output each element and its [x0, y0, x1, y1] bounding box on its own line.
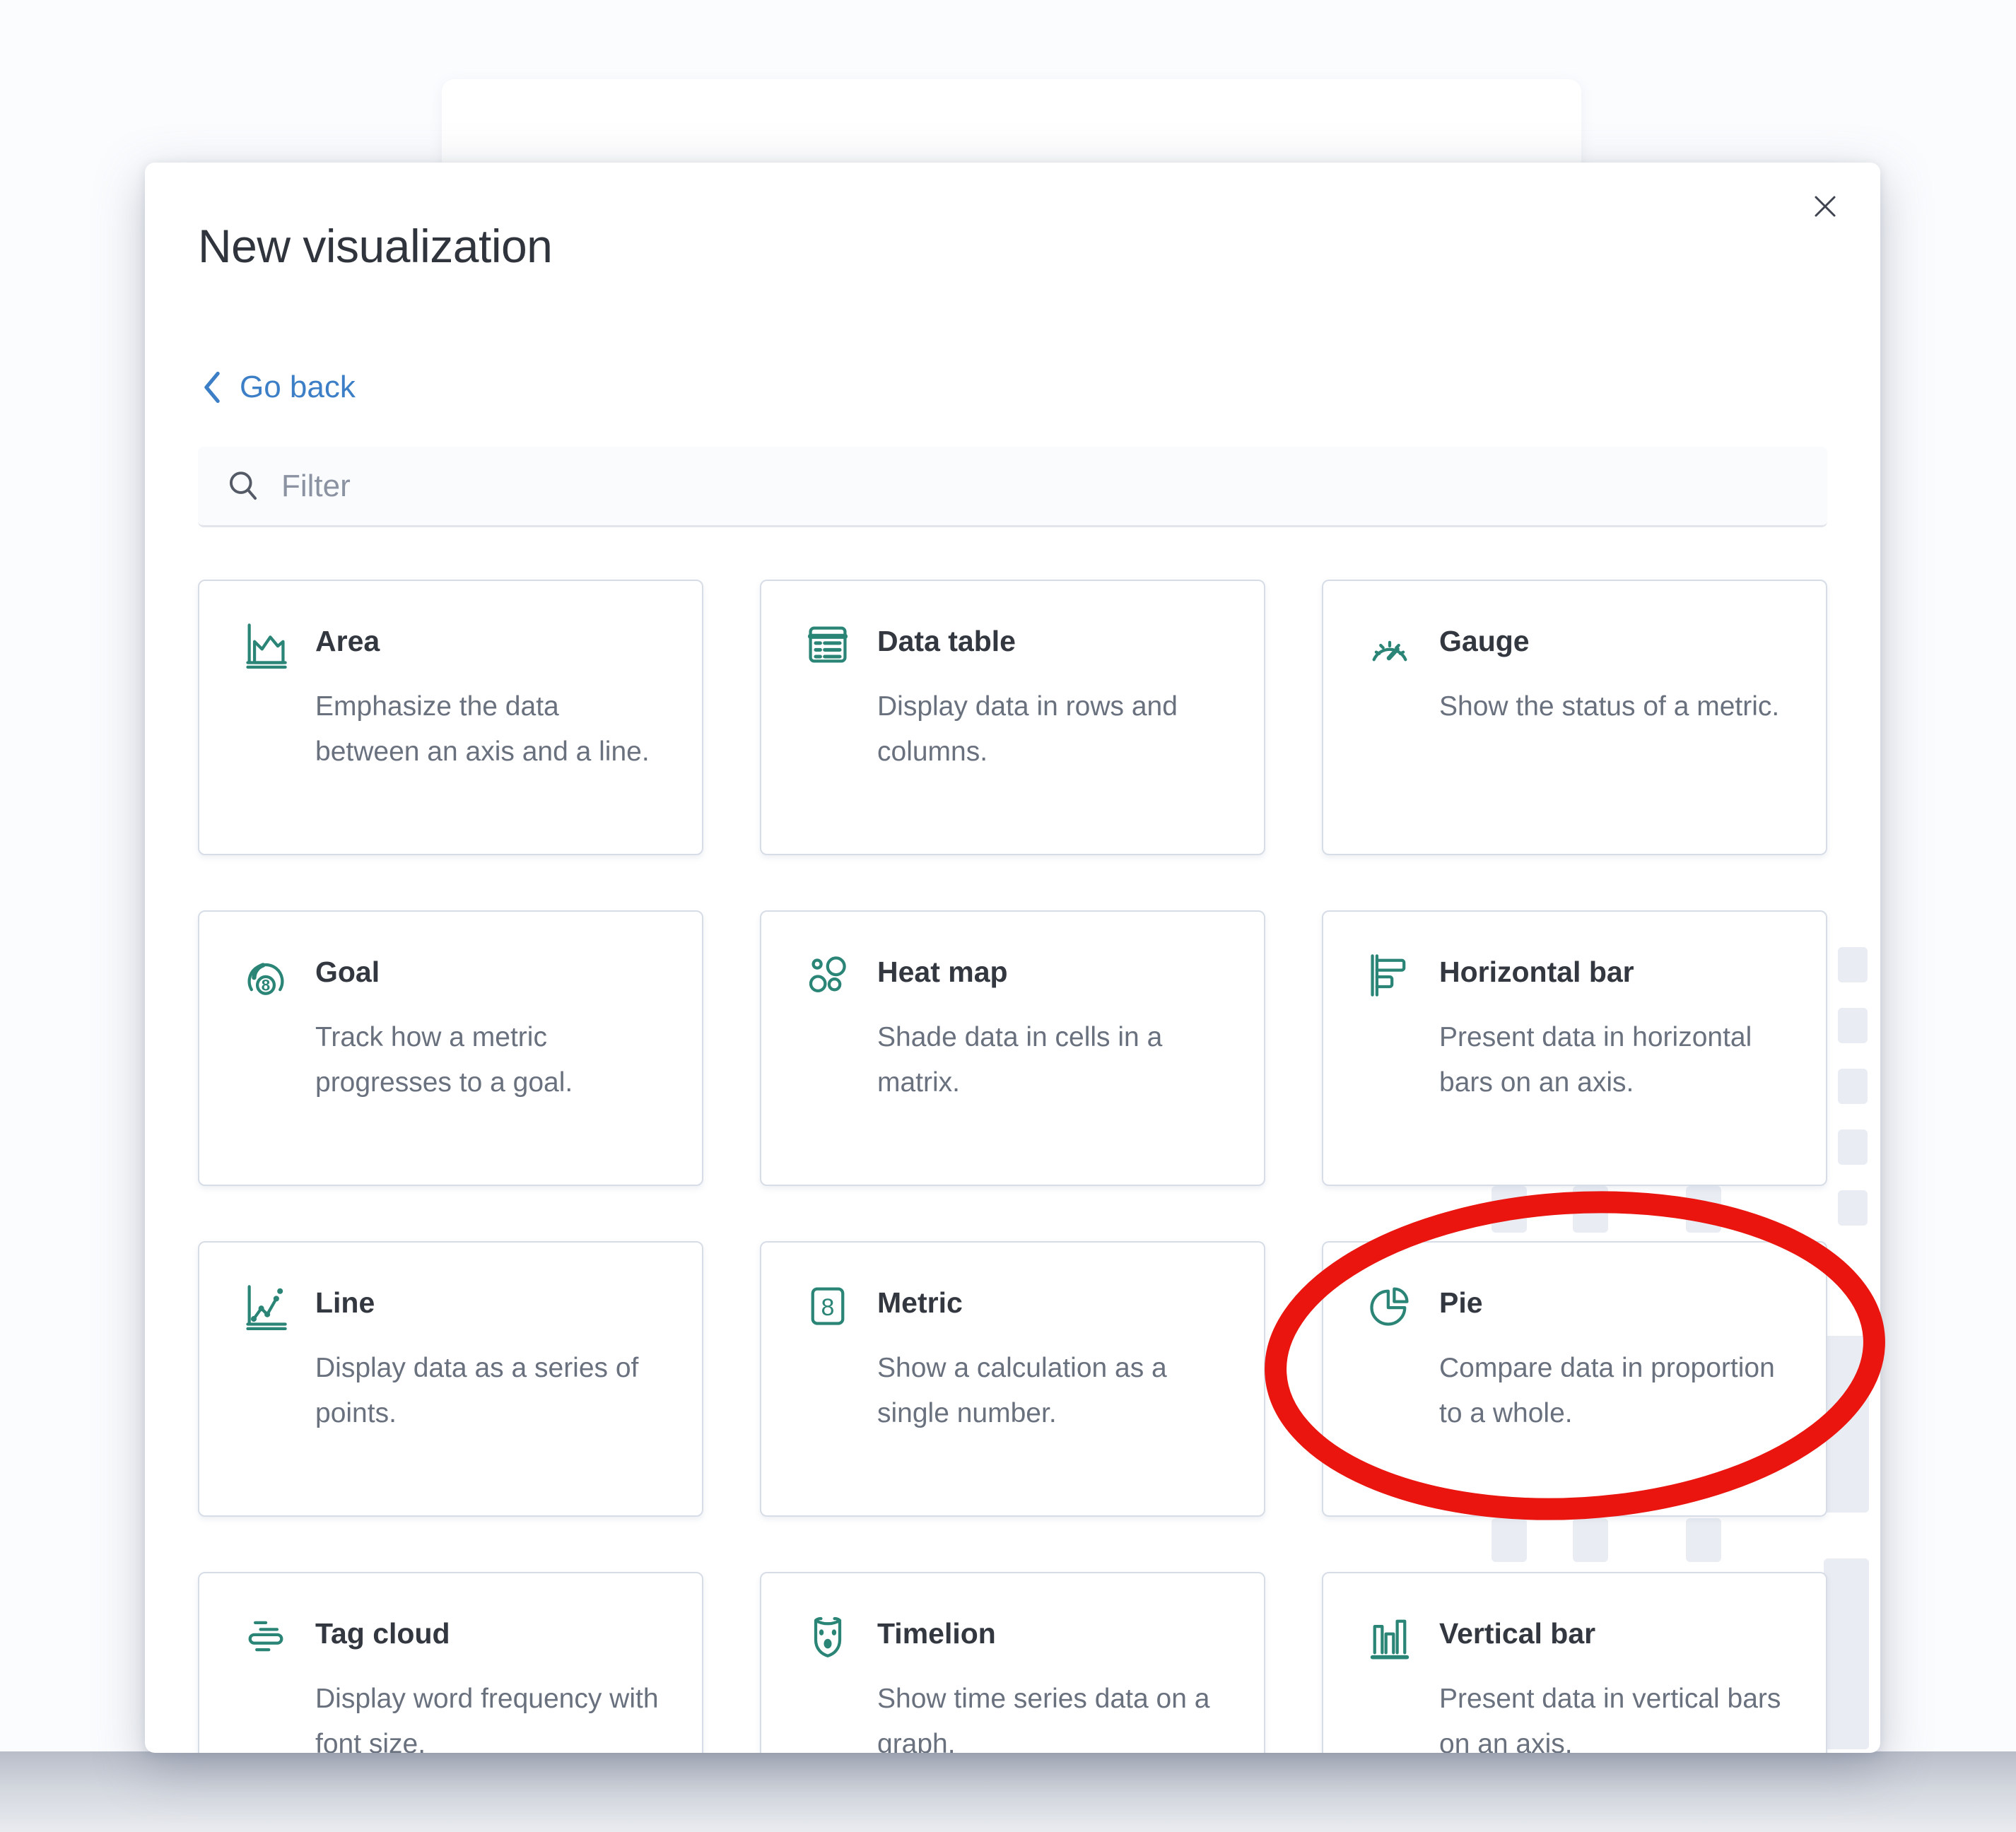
new-visualization-modal: New visualization Go back Area Emphasize…	[145, 163, 1880, 1753]
viz-card-description: Present data in vertical bars on an axis…	[1439, 1677, 1786, 1753]
heat-map-icon	[804, 951, 852, 999]
viz-card-description: Track how a metric progresses to a goal.	[315, 1015, 662, 1105]
viz-card-description: Shade data in cells in a matrix.	[877, 1015, 1224, 1105]
viz-card-title: Timelion	[877, 1617, 996, 1650]
deco-block	[1838, 1008, 1868, 1043]
viz-card-gauge[interactable]: Gauge Show the status of a metric.	[1322, 580, 1827, 855]
viz-card-title: Data table	[877, 625, 1016, 658]
search-icon	[225, 468, 262, 505]
data-table-icon	[804, 621, 852, 669]
viz-card-title: Tag cloud	[315, 1617, 450, 1650]
chevron-left-icon	[200, 369, 224, 406]
go-back-link[interactable]: Go back	[200, 369, 356, 406]
viz-card-description: Present data in horizontal bars on an ax…	[1439, 1015, 1786, 1105]
viz-card-title: Area	[315, 625, 380, 658]
viz-card-description: Show a calculation as a single number.	[877, 1346, 1224, 1436]
svg-text:8: 8	[821, 1294, 835, 1321]
viz-card-pie[interactable]: Pie Compare data in proportion to a whol…	[1322, 1241, 1827, 1517]
viz-card-title: Vertical bar	[1439, 1617, 1595, 1650]
viz-card-goal[interactable]: 8 Goal Track how a metric progresses to …	[198, 910, 703, 1186]
viz-card-title: Gauge	[1439, 625, 1530, 658]
deco-block	[1838, 947, 1868, 982]
viz-card-title: Horizontal bar	[1439, 956, 1634, 989]
viz-card-vertical-bar[interactable]: Vertical bar Present data in vertical ba…	[1322, 1572, 1827, 1753]
viz-card-title: Pie	[1439, 1286, 1483, 1320]
viz-card-description: Display data as a series of points.	[315, 1346, 662, 1436]
viz-card-description: Display data in rows and columns.	[877, 684, 1224, 775]
viz-card-description: Display word frequency with font size.	[315, 1677, 662, 1753]
filter-search-box	[198, 447, 1827, 527]
deco-block	[1824, 1558, 1869, 1749]
screen: New visualization Go back Area Emphasize…	[0, 0, 2016, 1832]
viz-card-description: Show time series data on a graph.	[877, 1677, 1224, 1753]
deco-block	[1838, 1190, 1868, 1226]
page-title: New visualization	[198, 219, 552, 273]
viz-card-timelion[interactable]: Timelion Show time series data on a grap…	[760, 1572, 1265, 1753]
area-chart-icon	[242, 621, 290, 669]
viz-card-metric[interactable]: 8 Metric Show a calculation as a single …	[760, 1241, 1265, 1517]
pie-chart-icon	[1366, 1282, 1414, 1330]
tag-cloud-icon	[242, 1613, 290, 1661]
viz-card-line[interactable]: Line Display data as a series of points.	[198, 1241, 703, 1517]
deco-block	[1838, 1129, 1868, 1165]
viz-card-title: Line	[315, 1286, 375, 1320]
go-back-label: Go back	[240, 370, 356, 405]
horizontal-bar-icon	[1366, 951, 1414, 999]
gauge-icon	[1366, 621, 1414, 669]
close-icon[interactable]	[1805, 187, 1845, 226]
visualization-type-grid: Area Emphasize the data between an axis …	[198, 580, 1827, 1753]
viz-card-description: Show the status of a metric.	[1439, 684, 1786, 729]
viz-card-horizontal-bar[interactable]: Horizontal bar Present data in horizonta…	[1322, 910, 1827, 1186]
modal-drop-shadow	[0, 1751, 2016, 1832]
timelion-icon	[804, 1613, 852, 1661]
viz-card-title: Goal	[315, 956, 380, 989]
deco-block	[1838, 1069, 1868, 1104]
viz-card-tag-cloud[interactable]: Tag cloud Display word frequency with fo…	[198, 1572, 703, 1753]
vertical-bar-icon	[1366, 1613, 1414, 1661]
deco-block	[1824, 1336, 1869, 1513]
viz-card-title: Metric	[877, 1286, 963, 1320]
viz-card-description: Emphasize the data between an axis and a…	[315, 684, 662, 775]
line-chart-icon	[242, 1282, 290, 1330]
metric-icon: 8	[804, 1282, 852, 1330]
filter-input[interactable]	[280, 468, 1827, 505]
viz-card-description: Compare data in proportion to a whole.	[1439, 1346, 1786, 1436]
viz-card-title: Heat map	[877, 956, 1008, 989]
viz-card-data-table[interactable]: Data table Display data in rows and colu…	[760, 580, 1265, 855]
viz-card-heat-map[interactable]: Heat map Shade data in cells in a matrix…	[760, 910, 1265, 1186]
svg-text:8: 8	[262, 977, 270, 994]
goal-icon: 8	[242, 951, 290, 999]
viz-card-area[interactable]: Area Emphasize the data between an axis …	[198, 580, 703, 855]
